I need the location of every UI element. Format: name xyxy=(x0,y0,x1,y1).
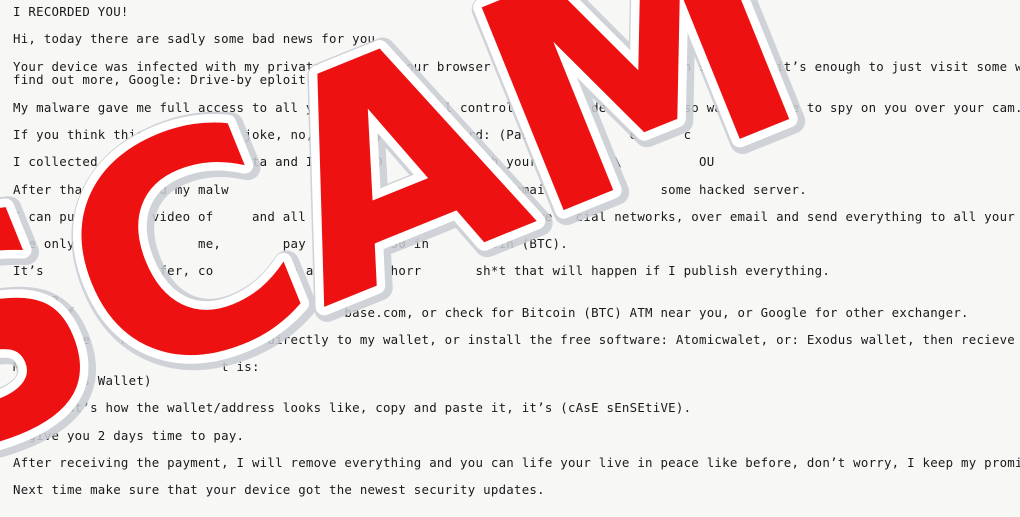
text-line: If you think this is some bad joke, no, … xyxy=(13,126,761,142)
paragraph-promise: After receiving the payment, I will remo… xyxy=(13,456,1020,470)
paragraph-greeting: Hi, today there are sadly some bad news … xyxy=(13,32,1020,46)
text-line: find out more, Google: Drive-by eploit. xyxy=(13,72,314,88)
text-line: Hi, today there are sadly some bad news … xyxy=(13,31,383,47)
paragraph-offer: It’s good offer, co d to all horr sh*t t… xyxy=(13,264,1020,278)
text-line: The only me, pay exactly $950 in oin (BT… xyxy=(13,236,568,252)
paragraph-how-to-buy: You ca n (www.paxf te.c base.com, or che… xyxy=(13,290,1020,320)
paragraph-infection: Your device was infected with my private… xyxy=(13,58,1020,88)
text-line: After receiving the payment, I will remo… xyxy=(13,454,1020,470)
paragraph-wallet-note: Yes, that’s how the wallet/address looks… xyxy=(13,401,1020,415)
paragraph-threat-publish: I can publish the video of and all your … xyxy=(13,210,1020,224)
text-line: My malware gave me full access to all yo… xyxy=(13,99,1020,115)
text-line: After that I removed my malw ve any s a … xyxy=(13,181,807,197)
text-line: My Bitcoin t is: xyxy=(13,359,260,375)
text-line: www.paxf te.c base.com, or check for Bit… xyxy=(13,304,969,320)
paragraph-malware-removed: After that I removed my malw ve any s a … xyxy=(13,181,1020,197)
paragraph-demand: The only me, pay exactly $950 in oin (BT… xyxy=(13,237,1020,251)
text-line: You can se he Bit BTC) directly to my wa… xyxy=(13,331,1016,347)
paragraph-deadline: I give you 2 days time to pay. xyxy=(13,427,1020,443)
text-line: Yes, that’s how the wallet/address looks… xyxy=(13,400,692,416)
text-line: Next time make sure that your device got… xyxy=(13,482,545,498)
paragraph-subject: I RECORDED YOU! xyxy=(13,5,1020,19)
paragraph-advice: Next time make sure that your device got… xyxy=(13,483,1020,497)
email-body-text: I RECORDED YOU! Hi, today there are sadly… xyxy=(0,0,1020,517)
text-line: I give you 2 days time to pay. xyxy=(13,427,245,443)
scam-email-screenshot: I RECORDED YOU! Hi, today there are sadly… xyxy=(0,0,1020,517)
paragraph-access: My malware gave me full access to all yo… xyxy=(13,99,1020,115)
text-line: I RECORDED YOU! xyxy=(13,4,129,19)
text-line: Your device was infected with my private… xyxy=(13,58,1020,74)
paragraph-password-proof: If you think this is some bad joke, no, … xyxy=(13,128,1020,142)
paragraph-recording: I collected all your private data and I … xyxy=(13,155,1020,169)
text-line: You ca n ( xyxy=(13,290,283,306)
text-line: I collected all your private data and I … xyxy=(13,154,715,170)
text-line: (Scammer’s Wallet) xyxy=(13,372,152,388)
text-line: I can publish the video of and all your … xyxy=(13,208,1020,224)
paragraph-wallet: My Bitcoin t is: (Scammer’s Wallet) xyxy=(13,360,1020,388)
text-line: It’s good offer, co d to all horr sh*t t… xyxy=(13,263,831,279)
paragraph-how-to-send: You can se he Bit BTC) directly to my wa… xyxy=(13,333,1020,347)
